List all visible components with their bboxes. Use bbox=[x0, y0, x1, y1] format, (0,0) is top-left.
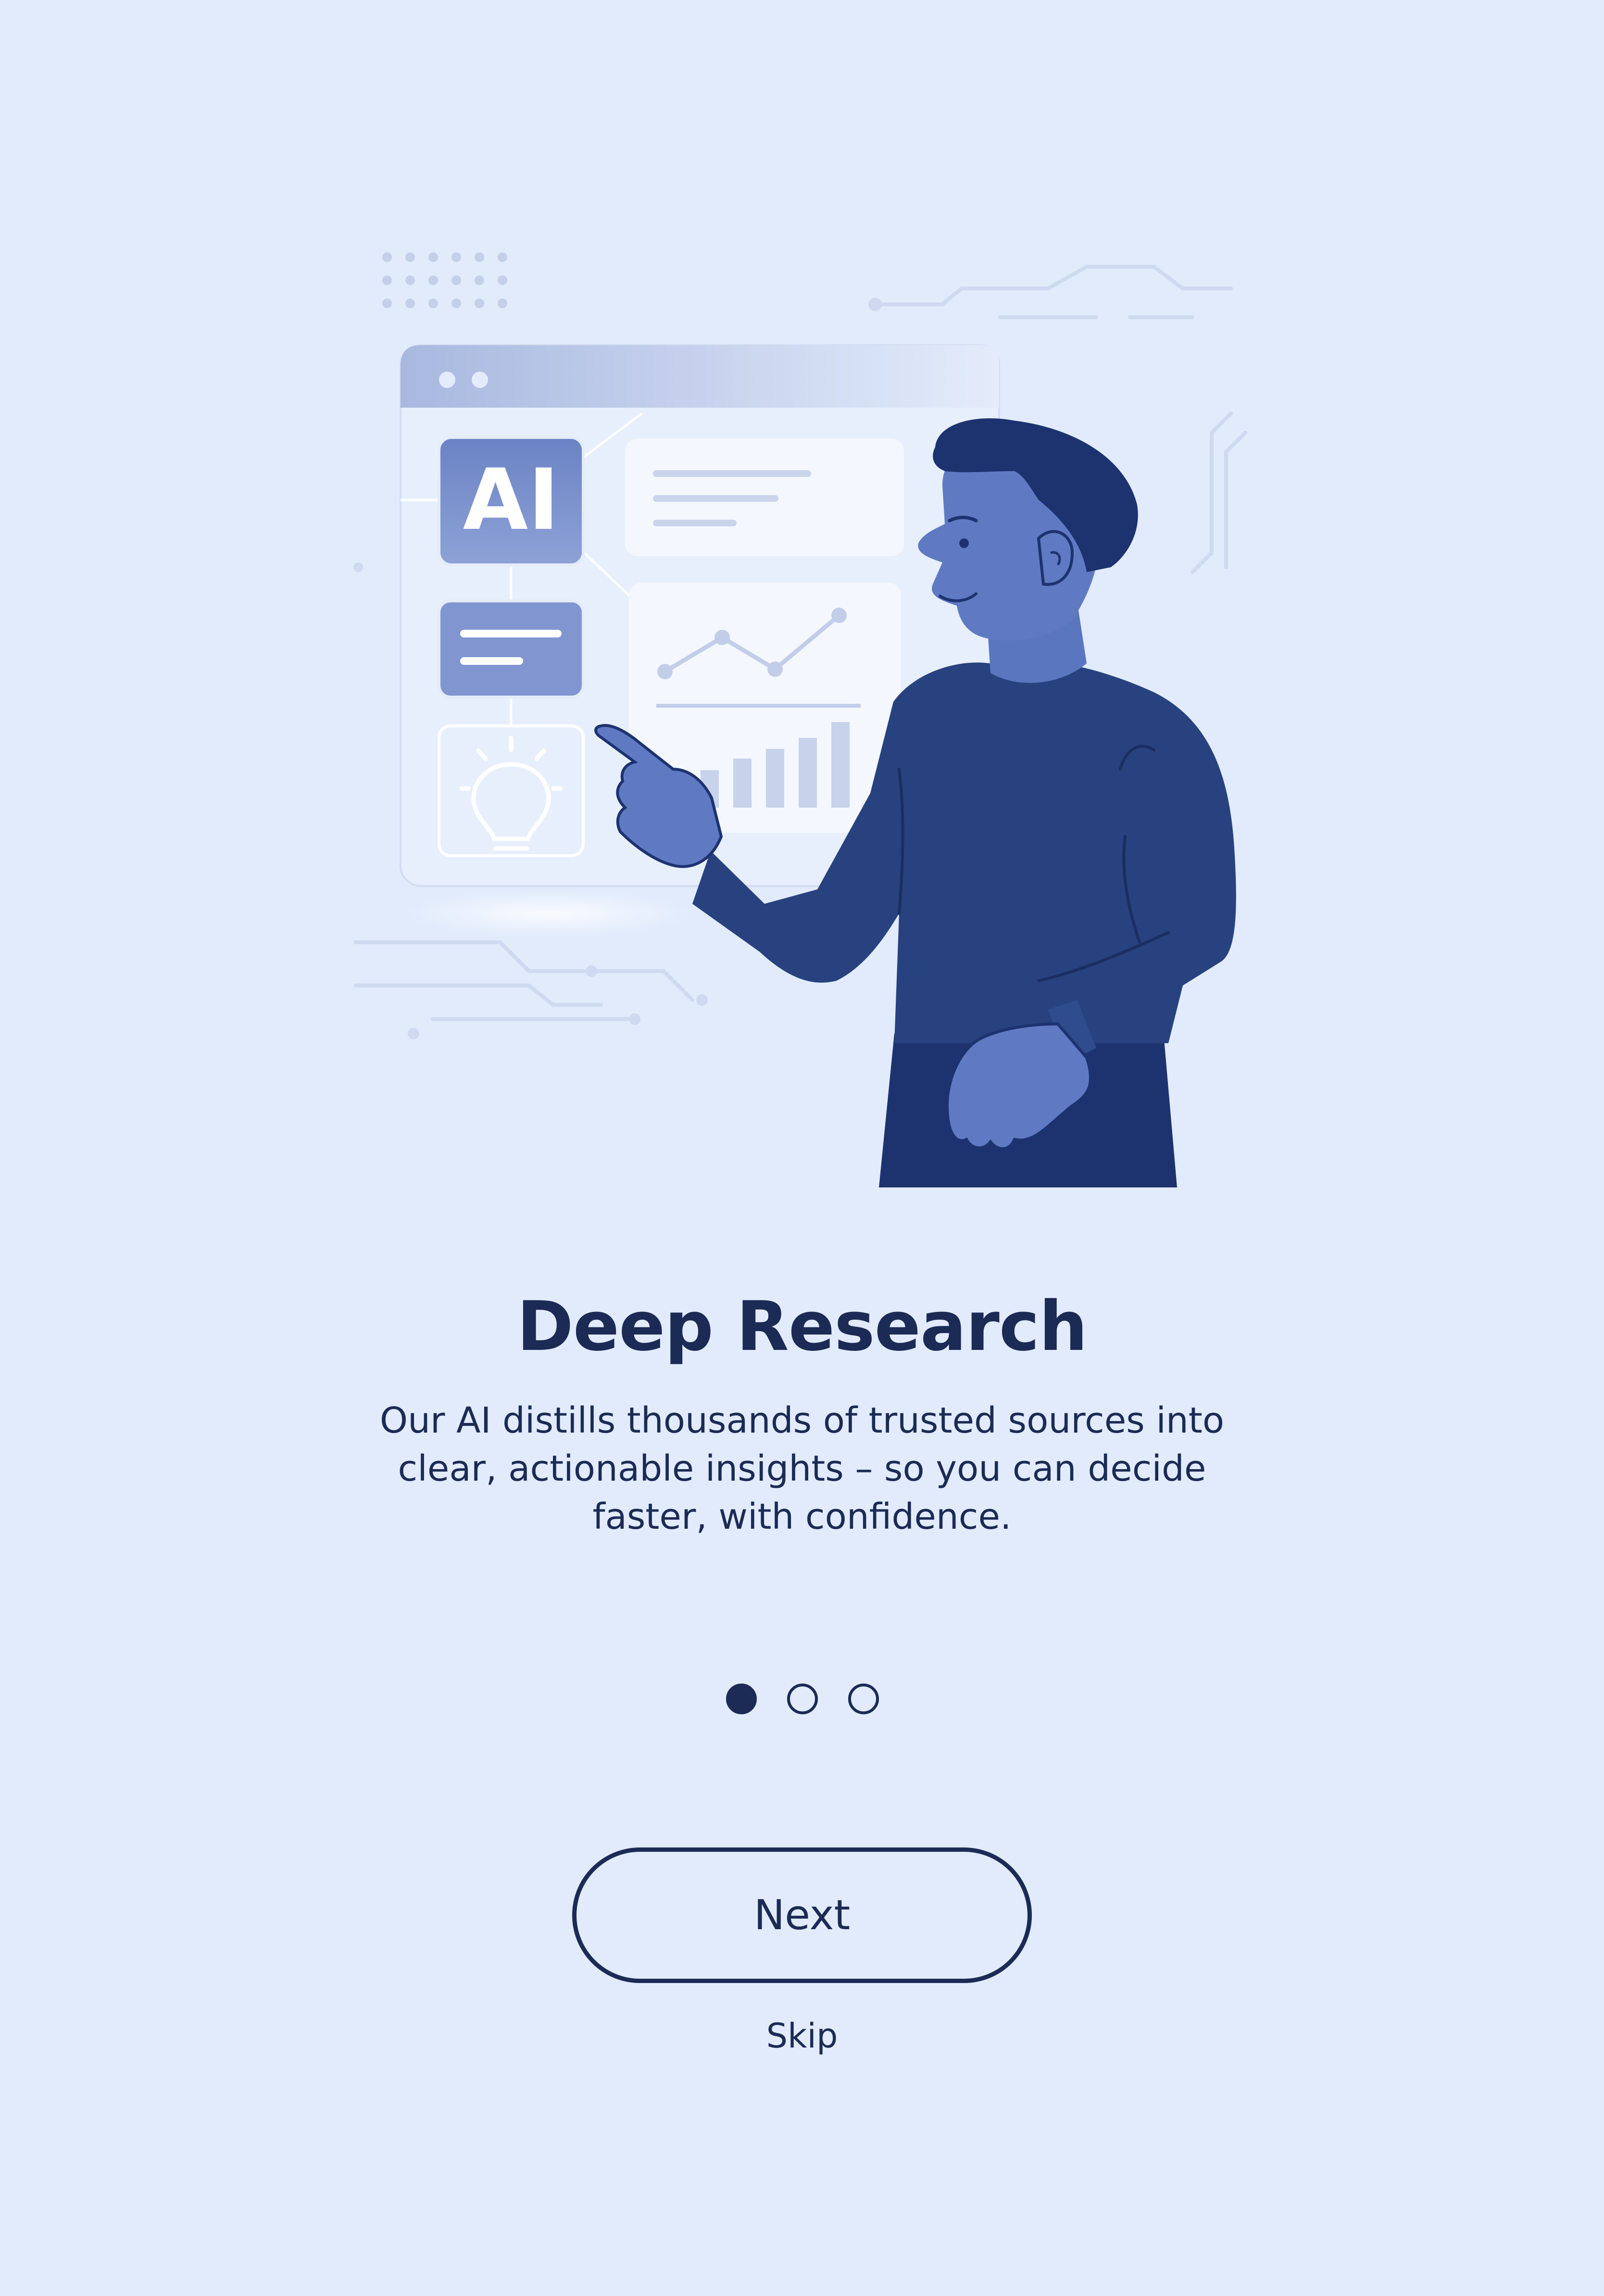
hero-illustration: AI bbox=[0, 0, 1604, 1211]
page-dot-1-active[interactable] bbox=[726, 1684, 757, 1714]
text-lines-icon bbox=[438, 599, 585, 699]
page-indicator bbox=[726, 1680, 879, 1718]
page-dot-2[interactable] bbox=[787, 1684, 818, 1714]
onboarding-screen: AI Deep Research Our AI distills thousan… bbox=[0, 0, 1604, 2296]
onboarding-title: Deep Research bbox=[516, 1287, 1088, 1366]
onboarding-description: Our AI distills thousands of trusted sou… bbox=[379, 1400, 1225, 1537]
lightbulb-icon bbox=[438, 724, 585, 857]
next-button[interactable]: Next bbox=[572, 1847, 1032, 1983]
skip-link[interactable]: Skip bbox=[706, 2009, 898, 2062]
page-dot-3[interactable] bbox=[848, 1684, 879, 1714]
ai-badge-label: AI bbox=[463, 451, 560, 549]
text-card bbox=[625, 438, 904, 556]
ai-badge-icon: AI bbox=[438, 436, 585, 566]
dot-grid-decoration bbox=[382, 252, 507, 308]
